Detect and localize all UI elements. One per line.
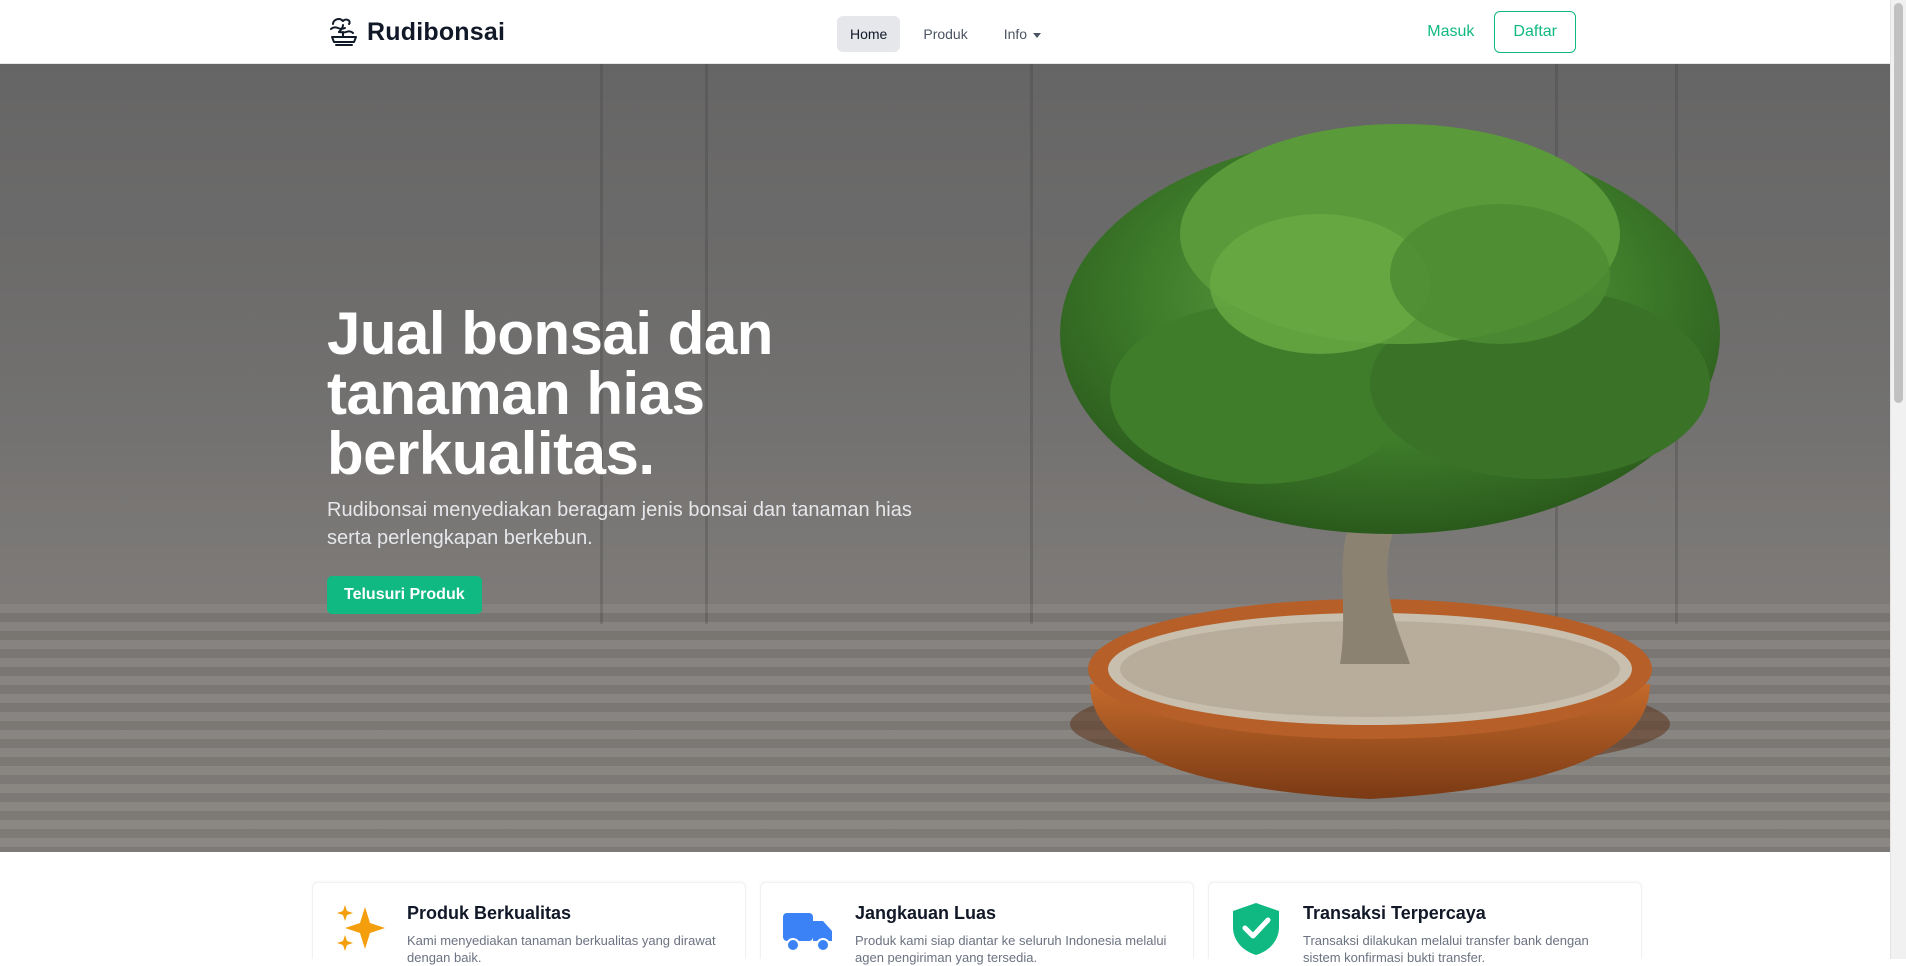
feature-title: Transaksi Terpercaya (1303, 903, 1486, 923)
nav-item-home-label: Home (850, 26, 888, 42)
nav-item-produk[interactable]: Produk (910, 16, 980, 52)
features-section: Produk Berkualitas Kami menyediakan tana… (312, 882, 1642, 965)
feature-title: Produk Berkualitas (407, 903, 572, 923)
browse-products-button[interactable]: Telusuri Produk (327, 576, 482, 614)
feature-text: Transaksi Terpercaya Transaksi dilakukan… (1303, 901, 1623, 965)
navbar: Rudibonsai Home Produk Info Masuk Daftar (0, 0, 1906, 64)
nav-item-info[interactable]: Info (991, 16, 1054, 52)
scrollbar-thumb[interactable] (1894, 3, 1903, 403)
hero-section: Jual bonsai dan tanaman hias berkualitas… (0, 64, 1890, 852)
main-nav: Home Produk Info (837, 16, 1054, 52)
login-link[interactable]: Masuk (1423, 23, 1478, 41)
feature-description: Produk kami siap diantar ke seluruh Indo… (855, 933, 1167, 965)
nav-item-info-label: Info (1003, 26, 1028, 42)
feature-text: Jangkauan Luas Produk kami siap diantar … (855, 901, 1175, 965)
brand-name: Rudibonsai (367, 17, 506, 46)
register-button[interactable]: Daftar (1494, 11, 1576, 53)
sparkles-icon (337, 905, 385, 951)
page-scrollbar[interactable] (1890, 0, 1906, 959)
feature-card: Jangkauan Luas Produk kami siap diantar … (760, 882, 1194, 965)
nav-item-home[interactable]: Home (837, 16, 901, 52)
feature-text: Produk Berkualitas Kami menyediakan tana… (407, 901, 727, 965)
hero-title: Jual bonsai dan tanaman hias berkualitas… (327, 300, 773, 487)
feature-card: Transaksi Terpercaya Transaksi dilakukan… (1208, 882, 1642, 965)
bonsai-logo-icon (330, 18, 357, 46)
brand-logo[interactable]: Rudibonsai (327, 13, 505, 51)
navbar-inner: Rudibonsai Home Produk Info Masuk Daftar (327, 0, 1576, 64)
feature-description: Kami menyediakan tanaman berkualitas yan… (407, 933, 716, 965)
bonsai-tree-image (1060, 124, 1720, 799)
hero-subtitle: Rudibonsai menyediakan beragam jenis bon… (327, 499, 912, 549)
caret-down-icon (1033, 32, 1042, 38)
feature-card: Produk Berkualitas Kami menyediakan tana… (312, 882, 746, 965)
hero-content: Jual bonsai dan tanaman hias berkualitas… (327, 304, 967, 614)
nav-item-produk-label: Produk (923, 26, 968, 42)
auth-actions: Masuk Daftar (1423, 11, 1576, 53)
feature-description: Transaksi dilakukan melalui transfer ban… (1303, 933, 1589, 965)
feature-title: Jangkauan Luas (855, 903, 997, 923)
truck-icon (783, 913, 832, 952)
shield-check-icon (1233, 903, 1279, 955)
